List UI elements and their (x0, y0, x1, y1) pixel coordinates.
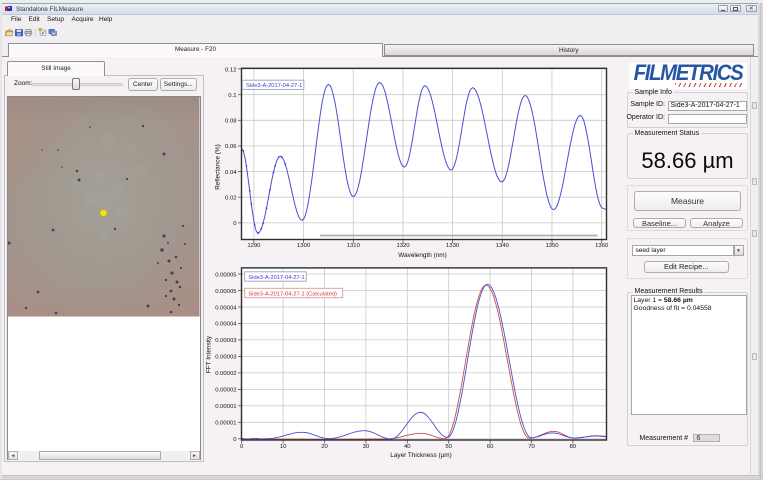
svg-text:0.00002: 0.00002 (215, 388, 236, 394)
svg-text:1320: 1320 (396, 243, 410, 249)
svg-text:0.00005: 0.00005 (215, 289, 237, 295)
svg-text:1350: 1350 (545, 243, 559, 249)
svg-text:0.00001: 0.00001 (215, 404, 236, 410)
svg-text:Wavelength (nm): Wavelength (nm) (398, 252, 446, 259)
svg-text:0.00005: 0.00005 (215, 272, 237, 278)
svg-text:Side3-A-2017-04-27-1: Side3-A-2017-04-27-1 (246, 83, 302, 89)
svg-text:0.02: 0.02 (225, 196, 236, 202)
svg-text:0.1: 0.1 (228, 93, 236, 99)
svg-text:0: 0 (240, 444, 244, 450)
svg-text:0.12: 0.12 (225, 67, 236, 73)
svg-text:0.00002: 0.00002 (215, 371, 236, 377)
svg-text:0.00003: 0.00003 (215, 355, 237, 361)
svg-text:0.00004: 0.00004 (215, 305, 237, 311)
svg-text:Side3-A-2017-04-27-1 (Calculat: Side3-A-2017-04-27-1 (Calculated) (248, 291, 337, 297)
svg-text:0.00004: 0.00004 (215, 322, 237, 328)
svg-text:1340: 1340 (496, 243, 510, 249)
svg-text:1360: 1360 (595, 243, 609, 249)
svg-text:40: 40 (404, 444, 411, 450)
svg-text:50: 50 (445, 444, 452, 450)
svg-text:0: 0 (233, 437, 237, 443)
svg-text:0.08: 0.08 (225, 119, 237, 125)
svg-text:FFT Intensity: FFT Intensity (206, 335, 213, 373)
svg-text:0.00003: 0.00003 (215, 338, 237, 344)
svg-text:Side3-A-2017-04-27-1: Side3-A-2017-04-27-1 (248, 275, 304, 281)
svg-text:30: 30 (363, 444, 370, 450)
svg-text:80: 80 (570, 444, 577, 450)
svg-text:Reflectance (%): Reflectance (%) (215, 144, 222, 189)
svg-text:20: 20 (321, 444, 328, 450)
svg-text:1310: 1310 (347, 243, 361, 249)
svg-text:Layer Thickness (µm): Layer Thickness (µm) (390, 452, 451, 459)
svg-text:1290: 1290 (247, 243, 261, 249)
svg-text:1330: 1330 (446, 243, 460, 249)
svg-text:1300: 1300 (297, 243, 311, 249)
svg-text:0.04: 0.04 (225, 170, 237, 176)
svg-text:0.06: 0.06 (225, 144, 237, 150)
svg-text:0.00001: 0.00001 (215, 421, 236, 427)
svg-text:70: 70 (528, 444, 535, 450)
svg-text:0: 0 (233, 221, 237, 227)
svg-text:10: 10 (280, 444, 287, 450)
svg-text:60: 60 (487, 444, 494, 450)
